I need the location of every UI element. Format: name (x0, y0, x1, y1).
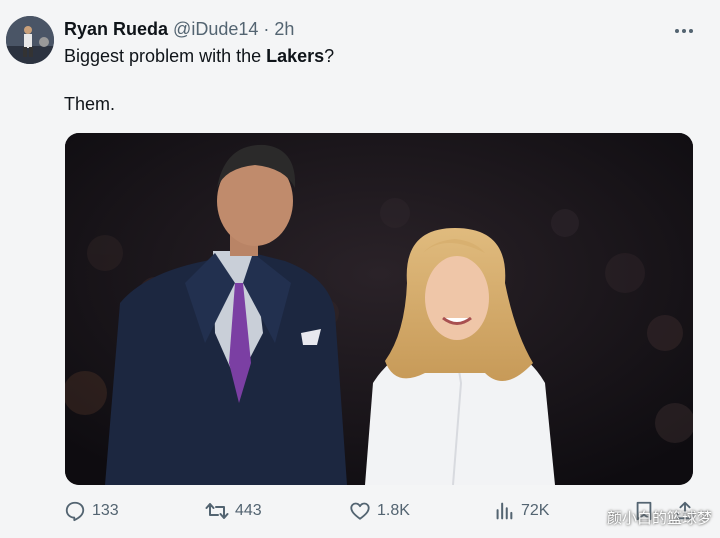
more-options-button[interactable] (674, 18, 694, 36)
tweet-text-line-2: Them. (64, 94, 116, 114)
tweet-timestamp[interactable]: 2h (274, 19, 294, 39)
tweet-image[interactable] (65, 133, 693, 485)
tweet-text-line-1: Biggest problem with the Lakers? (64, 46, 334, 67)
reply-button[interactable]: 133 (64, 500, 119, 522)
tweet-header: Ryan Rueda @iDude14 · 2h (64, 19, 294, 40)
views-button[interactable]: 72K (493, 500, 549, 522)
author-avatar[interactable] (6, 16, 54, 64)
more-horizontal-icon (675, 29, 693, 33)
heart-icon (350, 502, 370, 520)
views-bar-icon (496, 502, 513, 520)
reply-count: 133 (92, 502, 119, 519)
tweet-text-bold: Lakers (266, 46, 325, 66)
retweet-icon (205, 503, 229, 519)
author-handle[interactable]: @iDude14 (173, 19, 258, 39)
tweet-card: Ryan Rueda @iDude14 · 2h Biggest problem… (0, 0, 720, 538)
like-button[interactable]: 1.8K (349, 500, 410, 522)
tweet-text-prefix: Biggest problem with the (64, 46, 267, 66)
retweet-button[interactable]: 443 (205, 500, 262, 522)
like-count: 1.8K (377, 502, 410, 519)
header-separator: · (263, 19, 270, 39)
reply-icon (65, 501, 85, 522)
views-count: 72K (521, 502, 550, 519)
tweet-text-suffix: ? (324, 46, 335, 66)
author-name[interactable]: Ryan Rueda (64, 19, 168, 39)
retweet-count: 443 (235, 502, 262, 519)
watermark-text: 颜小白的篮球梦 (606, 510, 712, 527)
